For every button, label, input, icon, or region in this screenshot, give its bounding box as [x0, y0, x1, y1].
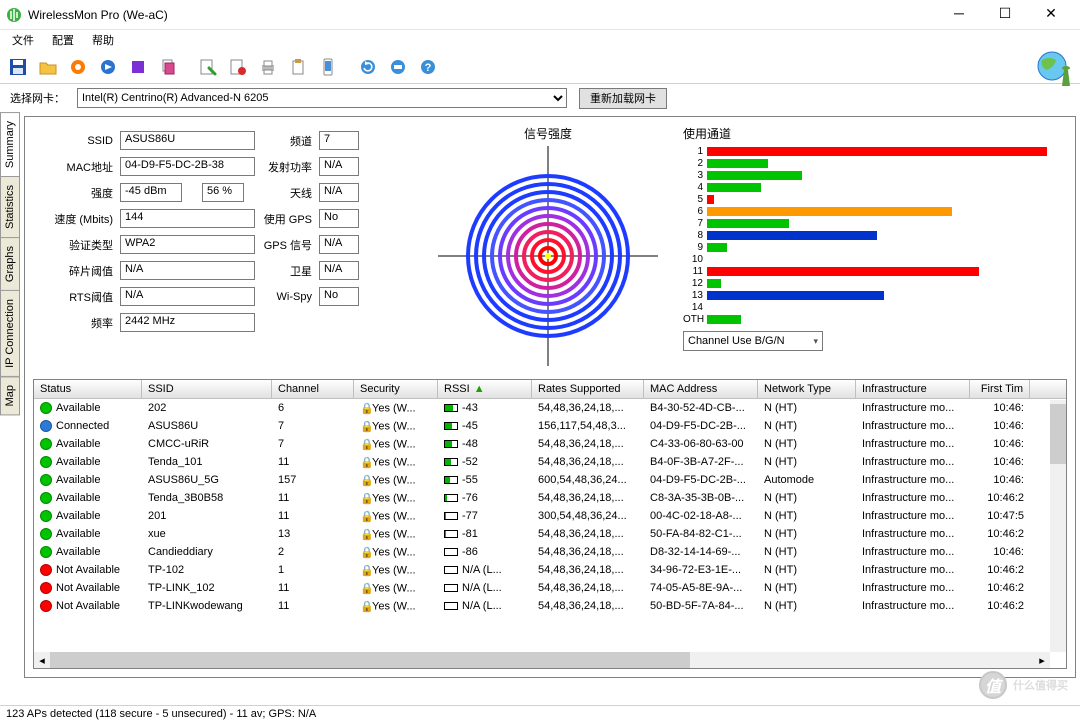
- refresh-icon[interactable]: [354, 53, 382, 81]
- wispy-label: Wi-Spy: [258, 286, 316, 307]
- channel-value: 7: [319, 131, 359, 150]
- maximize-button[interactable]: ☐: [982, 0, 1028, 29]
- toolbar: ?: [0, 50, 1080, 84]
- app-icon: [6, 7, 22, 23]
- close-button[interactable]: ✕: [1028, 0, 1074, 29]
- col-ntype[interactable]: Network Type: [758, 380, 856, 398]
- rts-value: N/A: [120, 287, 255, 306]
- col-mac[interactable]: MAC Address: [644, 380, 758, 398]
- horizontal-scrollbar[interactable]: ◂ ▸: [34, 652, 1050, 668]
- window-title: WirelessMon Pro (We-aC): [28, 8, 168, 22]
- col-channel[interactable]: Channel: [272, 380, 354, 398]
- col-security[interactable]: Security: [354, 380, 438, 398]
- freq-value: 2442 MHz: [120, 313, 255, 332]
- signal-gauge: 信号强度: [423, 125, 673, 375]
- log-icon[interactable]: [194, 53, 222, 81]
- strength-label: 强度: [35, 182, 117, 203]
- freq-label: 频率: [35, 312, 117, 333]
- wispy-value: No: [319, 287, 359, 306]
- dbm-value: -45 dBm: [120, 183, 182, 202]
- menu-bar: 文件 配置 帮助: [0, 30, 1080, 50]
- phone-icon[interactable]: [314, 53, 342, 81]
- table-row[interactable]: AvailableTenda_10111🔒Yes (W...-5254,48,3…: [34, 453, 1066, 471]
- tab-summary[interactable]: Summary: [0, 112, 20, 177]
- col-time[interactable]: First Tim: [970, 380, 1030, 398]
- auth-value: WPA2: [120, 235, 255, 254]
- record-icon[interactable]: [64, 53, 92, 81]
- rts-label: RTS阈值: [35, 286, 117, 307]
- nic-select[interactable]: Intel(R) Centrino(R) Advanced-N 6205: [77, 88, 567, 108]
- print-icon[interactable]: [254, 53, 282, 81]
- nic-select-row: 选择网卡： Intel(R) Centrino(R) Advanced-N 62…: [0, 84, 1080, 112]
- txpower-label: 发射功率: [258, 156, 316, 177]
- status-bar: 123 APs detected (118 secure - 5 unsecur…: [0, 705, 1080, 725]
- save-icon[interactable]: [4, 53, 32, 81]
- help-icon[interactable]: ?: [414, 53, 442, 81]
- table-row[interactable]: Not AvailableTP-LINK_10211🔒Yes (W...N/A …: [34, 579, 1066, 597]
- ssid-value: ASUS86U: [120, 131, 255, 150]
- sat-value: N/A: [319, 261, 359, 280]
- info-panel: SSID ASUS86U 频道 7 MAC地址 04-D9-F5-DC-2B-3…: [33, 125, 413, 375]
- speed-value: 144: [120, 209, 255, 228]
- table-row[interactable]: Not AvailableTP-LINKwodewang11🔒Yes (W...…: [34, 597, 1066, 615]
- settings-icon[interactable]: [384, 53, 412, 81]
- gpssig-label: GPS 信号: [258, 234, 316, 255]
- tab-graphs[interactable]: Graphs: [0, 237, 20, 291]
- svg-text:?: ?: [425, 62, 432, 74]
- table-row[interactable]: Available2026🔒Yes (W...-4354,48,36,24,18…: [34, 399, 1066, 417]
- col-infra[interactable]: Infrastructure: [856, 380, 970, 398]
- gauge-label: 信号强度: [423, 125, 673, 142]
- frag-label: 碎片阈值: [35, 260, 117, 281]
- nic-label: 选择网卡：: [10, 90, 65, 106]
- gpssig-value: N/A: [319, 235, 359, 254]
- menu-help[interactable]: 帮助: [88, 30, 118, 50]
- channel-label: 频道: [258, 130, 316, 151]
- tab-map[interactable]: Map: [0, 376, 20, 415]
- menu-file[interactable]: 文件: [8, 30, 38, 50]
- speed-label: 速度 (Mbits): [35, 208, 117, 229]
- table-row[interactable]: AvailableTenda_3B0B5811🔒Yes (W...-7654,4…: [34, 489, 1066, 507]
- folder-icon[interactable]: [34, 53, 62, 81]
- menu-config[interactable]: 配置: [48, 30, 78, 50]
- sat-label: 卫星: [258, 260, 316, 281]
- vertical-scrollbar[interactable]: [1050, 400, 1066, 652]
- col-ssid[interactable]: SSID: [142, 380, 272, 398]
- mac-value: 04-D9-F5-DC-2B-38: [120, 157, 255, 176]
- stop-icon[interactable]: [124, 53, 152, 81]
- col-rssi[interactable]: RSSI▲: [438, 380, 532, 398]
- minimize-button[interactable]: ─: [936, 0, 982, 29]
- channel-dropdown[interactable]: Channel Use B/G/N▾: [683, 331, 823, 351]
- globe-icon: [1034, 48, 1074, 88]
- title-bar: WirelessMon Pro (We-aC) ─ ☐ ✕: [0, 0, 1080, 30]
- reload-nic-button[interactable]: 重新加载网卡: [579, 88, 667, 109]
- gps-value: No: [319, 209, 359, 228]
- frag-value: N/A: [120, 261, 255, 280]
- table-row[interactable]: Availablexue13🔒Yes (W...-8154,48,36,24,1…: [34, 525, 1066, 543]
- mac-label: MAC地址: [35, 156, 117, 177]
- antenna-value: N/A: [319, 183, 359, 202]
- table-row[interactable]: AvailableCandieddiary2🔒Yes (W...-8654,48…: [34, 543, 1066, 561]
- col-status[interactable]: Status: [34, 380, 142, 398]
- gps-label: 使用 GPS: [258, 208, 316, 229]
- auth-label: 验证类型: [35, 234, 117, 255]
- txpower-value: N/A: [319, 157, 359, 176]
- table-row[interactable]: AvailableASUS86U_5G157🔒Yes (W...-55600,5…: [34, 471, 1066, 489]
- col-rates[interactable]: Rates Supported: [532, 380, 644, 398]
- table-row[interactable]: Not AvailableTP-1021🔒Yes (W...N/A (L...5…: [34, 561, 1066, 579]
- tab-ip-connection[interactable]: IP Connection: [0, 290, 20, 377]
- table-row[interactable]: AvailableCMCC-uRiR7🔒Yes (W...-4854,48,36…: [34, 435, 1066, 453]
- channel-label: 使用通道: [683, 125, 1067, 142]
- clipboard-icon[interactable]: [284, 53, 312, 81]
- ssid-label: SSID: [35, 130, 117, 151]
- ap-grid: Status SSID Channel Security RSSI▲ Rates…: [33, 379, 1067, 669]
- channel-chart: 使用通道 1234567891011121314OTH Channel Use …: [683, 125, 1067, 375]
- log-stop-icon[interactable]: [224, 53, 252, 81]
- tab-statistics[interactable]: Statistics: [0, 176, 20, 238]
- pct-value: 56 %: [202, 183, 244, 202]
- send-icon[interactable]: [94, 53, 122, 81]
- antenna-label: 天线: [258, 182, 316, 203]
- copy-icon[interactable]: [154, 53, 182, 81]
- table-row[interactable]: ConnectedASUS86U7🔒Yes (W...-45156,117,54…: [34, 417, 1066, 435]
- table-row[interactable]: Available20111🔒Yes (W...-77300,54,48,36,…: [34, 507, 1066, 525]
